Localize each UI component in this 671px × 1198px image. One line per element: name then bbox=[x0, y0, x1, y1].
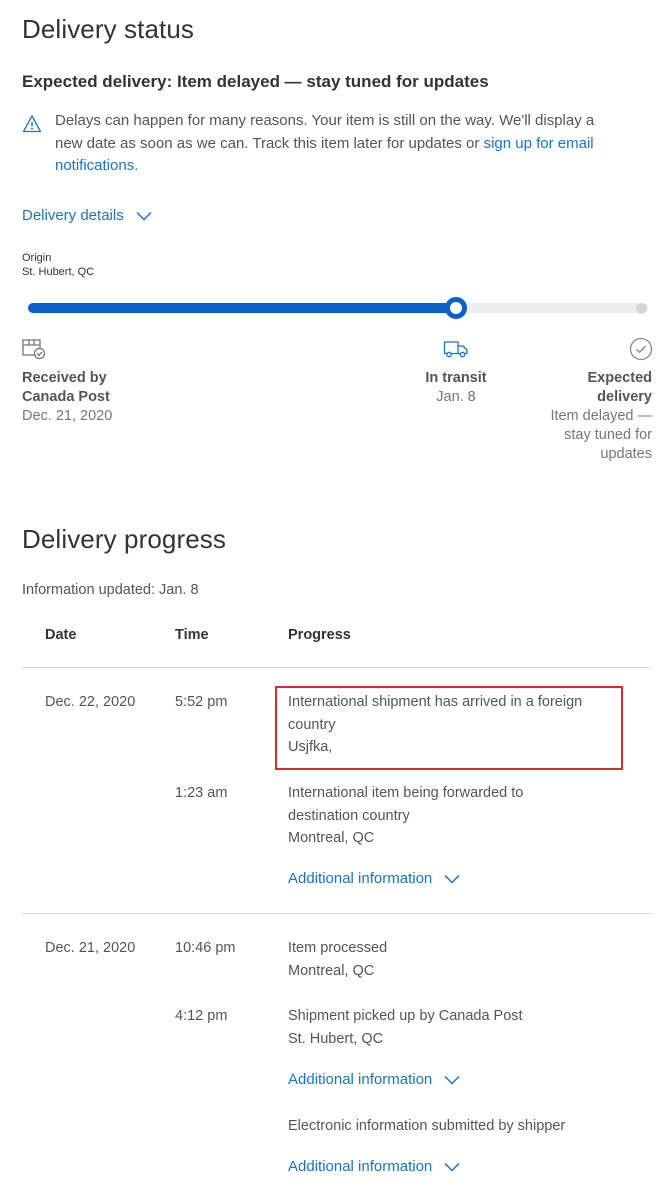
delay-alert-text: Delays can happen for many reasons. Your… bbox=[55, 110, 655, 178]
event-description: Item processed Montreal, QC bbox=[288, 937, 387, 982]
event-description: International shipment has arrived in a … bbox=[288, 691, 582, 759]
additional-information-label: Additional information bbox=[288, 1071, 433, 1088]
chevron-down-icon bbox=[444, 1159, 460, 1176]
event-date: Dec. 21, 2020 bbox=[45, 940, 136, 956]
event-line: destination country bbox=[288, 807, 410, 824]
expected-delivery-heading: Expected delivery: Item delayed — stay t… bbox=[22, 72, 489, 91]
alert-line: Delays can happen for many reasons. Your… bbox=[55, 112, 595, 129]
additional-information-toggle[interactable]: Additional information bbox=[288, 1071, 460, 1089]
event-time: 5:52 pm bbox=[175, 694, 228, 710]
column-header-progress: Progress bbox=[288, 627, 351, 643]
warning-icon bbox=[22, 114, 42, 134]
delivery-details-toggle[interactable]: Delivery details bbox=[22, 207, 152, 225]
step-expected-delivery: Expected delivery Item delayed — stay tu… bbox=[492, 369, 652, 464]
page-title: Delivery status bbox=[22, 14, 194, 44]
event-description: International item being forwarded to de… bbox=[288, 782, 523, 850]
event-time: 1:23 am bbox=[175, 785, 228, 801]
progress-end-dot bbox=[636, 303, 647, 314]
chevron-down-icon bbox=[444, 1072, 460, 1089]
information-updated: Information updated: Jan. 8 bbox=[22, 582, 199, 598]
step-title: Expected bbox=[587, 370, 652, 386]
column-header-date: Date bbox=[45, 627, 77, 643]
origin-label: Origin bbox=[22, 252, 52, 264]
progress-current-marker bbox=[445, 297, 467, 319]
step-subtext: Item delayed — bbox=[550, 408, 652, 424]
checkmark-circle-icon bbox=[629, 337, 653, 361]
column-header-time: Time bbox=[175, 627, 209, 643]
additional-information-toggle[interactable]: Additional information bbox=[288, 870, 460, 888]
event-line: International item being forwarded to bbox=[288, 785, 524, 801]
step-title: delivery bbox=[597, 389, 652, 405]
event-location: St. Hubert, QC bbox=[288, 1030, 384, 1047]
event-line: Electronic information submitted by ship… bbox=[288, 1118, 566, 1134]
event-description: Shipment picked up by Canada Post St. Hu… bbox=[288, 1005, 523, 1050]
additional-information-toggle[interactable]: Additional information bbox=[288, 1158, 460, 1176]
additional-information-label: Additional information bbox=[288, 1158, 433, 1175]
event-line: country bbox=[288, 716, 336, 733]
step-title: Canada Post bbox=[22, 389, 110, 405]
event-date: Dec. 22, 2020 bbox=[45, 694, 136, 710]
event-line: International shipment has arrived in a … bbox=[288, 694, 583, 710]
table-divider bbox=[22, 667, 652, 668]
chevron-down-icon bbox=[444, 871, 460, 888]
event-line: Shipment picked up by Canada Post bbox=[288, 1008, 523, 1024]
email-signup-link[interactable]: sign up for email bbox=[484, 135, 594, 152]
event-time: 10:46 pm bbox=[175, 940, 236, 956]
event-location: Montreal, QC bbox=[288, 830, 375, 846]
chevron-down-icon bbox=[136, 208, 152, 225]
progress-title: Delivery progress bbox=[22, 524, 226, 554]
step-received: Received by Canada Post Dec. 21, 2020 bbox=[22, 369, 112, 426]
delivery-truck-icon bbox=[443, 339, 469, 359]
step-title: Received by bbox=[22, 370, 107, 386]
event-description: Electronic information submitted by ship… bbox=[288, 1115, 565, 1138]
email-signup-link-cont[interactable]: notifications. bbox=[55, 155, 655, 178]
step-date: Dec. 21, 2020 bbox=[22, 408, 113, 424]
additional-information-label: Additional information bbox=[288, 870, 433, 887]
step-subtext: updates bbox=[600, 446, 652, 462]
package-received-icon bbox=[22, 338, 46, 360]
event-time: 4:12 pm bbox=[175, 1008, 228, 1024]
event-location: Montreal, QC bbox=[288, 962, 375, 979]
delivery-details-label: Delivery details bbox=[22, 207, 124, 224]
event-line: Item processed bbox=[288, 940, 388, 956]
alert-line: new date as soon as we can. Track this i… bbox=[55, 134, 480, 152]
origin-value: St. Hubert, QC bbox=[22, 266, 95, 278]
step-subtext: stay tuned for bbox=[564, 427, 652, 443]
table-divider bbox=[22, 913, 652, 914]
event-location: Usjfka, bbox=[288, 739, 333, 755]
progress-fill bbox=[28, 303, 456, 313]
